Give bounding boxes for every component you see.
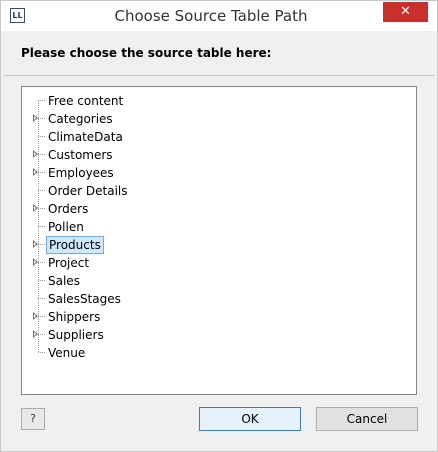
expand-arrow-icon[interactable] (33, 258, 38, 266)
tree-item-label[interactable]: Venue (46, 344, 87, 362)
header-divider (4, 75, 434, 76)
tree-connector (38, 298, 45, 299)
tree-item-label[interactable]: ClimateData (46, 128, 125, 146)
tree-item[interactable]: Sales (22, 272, 322, 290)
tree-item[interactable]: Venue (22, 344, 322, 362)
tree-connector (38, 154, 45, 155)
tree-item-label[interactable]: Pollen (46, 218, 86, 236)
tree-item-label[interactable]: Categories (46, 110, 115, 128)
tree-item-label[interactable]: Employees (46, 164, 116, 182)
tree-item-label[interactable]: Suppliers (46, 326, 106, 344)
tree-connector (38, 118, 45, 119)
tree-item-label[interactable]: Customers (46, 146, 115, 164)
tree-item[interactable]: Project (22, 254, 322, 272)
expand-arrow-icon[interactable] (33, 240, 38, 248)
tree-connector (38, 244, 45, 245)
cancel-button[interactable]: Cancel (316, 407, 418, 431)
tree-item-label[interactable]: Sales (46, 272, 82, 290)
close-icon: ✕ (400, 4, 411, 19)
tree-item[interactable]: Categories (22, 110, 322, 128)
help-button[interactable]: ? (21, 408, 45, 430)
tree-item[interactable]: Suppliers (22, 326, 322, 344)
ok-button[interactable]: OK (199, 407, 301, 431)
tree-item[interactable]: Shippers (22, 308, 322, 326)
close-button[interactable]: ✕ (383, 2, 428, 22)
dialog-title: Choose Source Table Path (114, 7, 308, 25)
tree-connector (38, 280, 45, 281)
expand-arrow-icon[interactable] (33, 330, 38, 338)
expand-arrow-icon[interactable] (33, 114, 38, 122)
tree-item[interactable]: Employees (22, 164, 322, 182)
help-icon: ? (30, 412, 36, 425)
button-bar: ? OK Cancel (1, 395, 437, 451)
title-bar[interactable]: LL Choose Source Table Path ✕ (1, 1, 437, 31)
tree-connector (38, 262, 45, 263)
tree-item-label[interactable]: Products (46, 236, 104, 254)
tree-item[interactable]: Products (22, 236, 322, 254)
tree-item[interactable]: Pollen (22, 218, 322, 236)
tree-item-label[interactable]: Orders (46, 200, 90, 218)
expand-arrow-icon[interactable] (33, 312, 38, 320)
tree-connector (38, 334, 45, 335)
tree-connector (38, 172, 45, 173)
app-logo-icon: LL (10, 8, 25, 23)
tree-connector (38, 190, 45, 191)
tree-item[interactable]: Order Details (22, 182, 322, 200)
tree-item-label[interactable]: Order Details (46, 182, 130, 200)
tree-item[interactable]: Orders (22, 200, 322, 218)
tree-item[interactable]: SalesStages (22, 290, 322, 308)
expand-arrow-icon[interactable] (33, 150, 38, 158)
tree-connector (38, 352, 45, 353)
tree-connector (38, 208, 45, 209)
tree-item-label[interactable]: Shippers (46, 308, 102, 326)
instruction-label: Please choose the source table here: (21, 46, 272, 60)
tree-item[interactable]: ClimateData (22, 128, 322, 146)
tree-item-label[interactable]: Free content (46, 92, 125, 110)
tree-item[interactable]: Customers (22, 146, 322, 164)
table-tree-view[interactable]: Free content Categories ClimateData Custome… (21, 86, 417, 395)
dialog-window: LL Choose Source Table Path ✕ Please cho… (0, 0, 438, 452)
tree-connector (38, 316, 45, 317)
expand-arrow-icon[interactable] (33, 168, 38, 176)
expand-arrow-icon[interactable] (33, 204, 38, 212)
tree-item[interactable]: Free content (22, 92, 322, 110)
tree-connector (38, 100, 45, 101)
tree-item-label[interactable]: Project (46, 254, 91, 272)
tree-connector (38, 136, 45, 137)
tree-item-label[interactable]: SalesStages (46, 290, 123, 308)
tree-connector (38, 226, 45, 227)
